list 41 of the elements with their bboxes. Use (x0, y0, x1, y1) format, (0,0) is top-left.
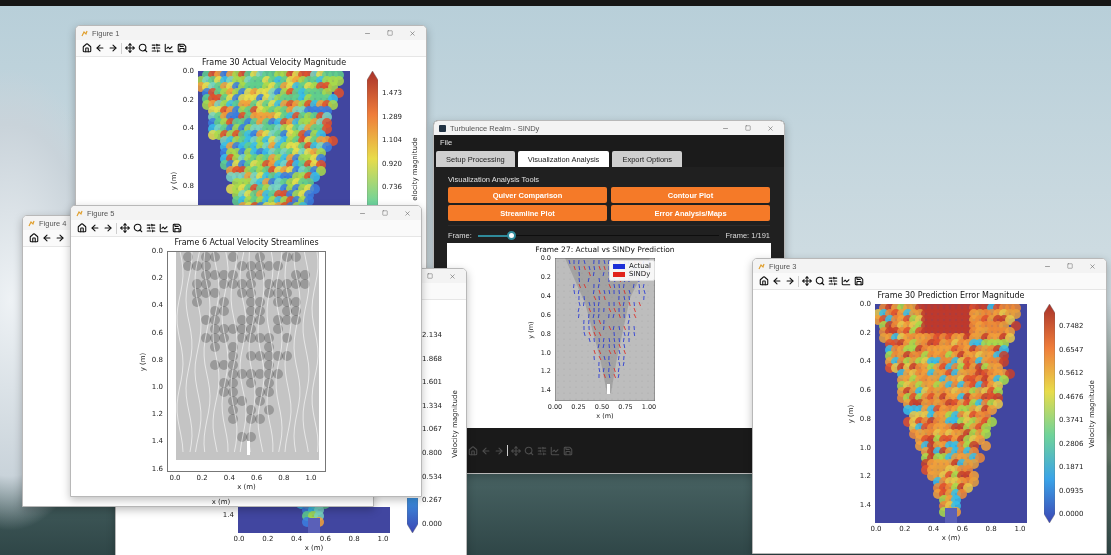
home-icon[interactable] (759, 276, 769, 286)
home-icon[interactable] (82, 43, 92, 53)
sliders-icon[interactable] (537, 445, 547, 456)
app-icon (28, 219, 35, 227)
line-chart-icon[interactable] (159, 223, 169, 233)
move-icon[interactable] (802, 276, 812, 286)
forward-arrow-icon[interactable] (785, 276, 795, 286)
plot-title: Frame 30 Actual Velocity Magnitude (201, 59, 347, 67)
search-icon[interactable] (815, 276, 825, 286)
back-arrow-icon[interactable] (772, 276, 782, 286)
slider-thumb[interactable] (507, 231, 517, 240)
app-icon (439, 124, 446, 132)
save-icon[interactable] (177, 43, 187, 53)
app-icon (758, 262, 765, 270)
sliders-icon[interactable] (146, 223, 156, 233)
line-chart-icon[interactable] (841, 276, 851, 286)
nozzle-mark (308, 518, 320, 533)
line-chart-icon[interactable] (164, 43, 174, 53)
save-icon[interactable] (172, 223, 182, 233)
search-icon[interactable] (138, 43, 148, 53)
back-arrow-icon[interactable] (90, 223, 100, 233)
app-icon (81, 29, 88, 37)
forward-arrow-icon[interactable] (103, 223, 113, 233)
plot-title: Frame 6 Actual Velocity Streamlines (174, 239, 319, 247)
colorbar (407, 498, 418, 533)
sliders-icon[interactable] (151, 43, 161, 53)
forward-arrow-icon[interactable] (108, 43, 118, 53)
jet-mark (247, 441, 250, 455)
move-icon[interactable] (120, 223, 130, 233)
nozzle-mark (945, 508, 957, 523)
move-icon[interactable] (125, 43, 135, 53)
plot-title: Frame 30 Prediction Error Magnitude (877, 292, 1025, 300)
app-icon (76, 209, 83, 217)
back-arrow-icon[interactable] (42, 233, 52, 243)
home-icon[interactable] (77, 223, 87, 233)
forward-arrow-icon[interactable] (55, 233, 65, 243)
back-arrow-icon[interactable] (95, 43, 105, 53)
home-icon[interactable] (29, 233, 39, 243)
save-icon[interactable] (854, 276, 864, 286)
sliders-icon[interactable] (828, 276, 838, 286)
search-icon[interactable] (133, 223, 143, 233)
